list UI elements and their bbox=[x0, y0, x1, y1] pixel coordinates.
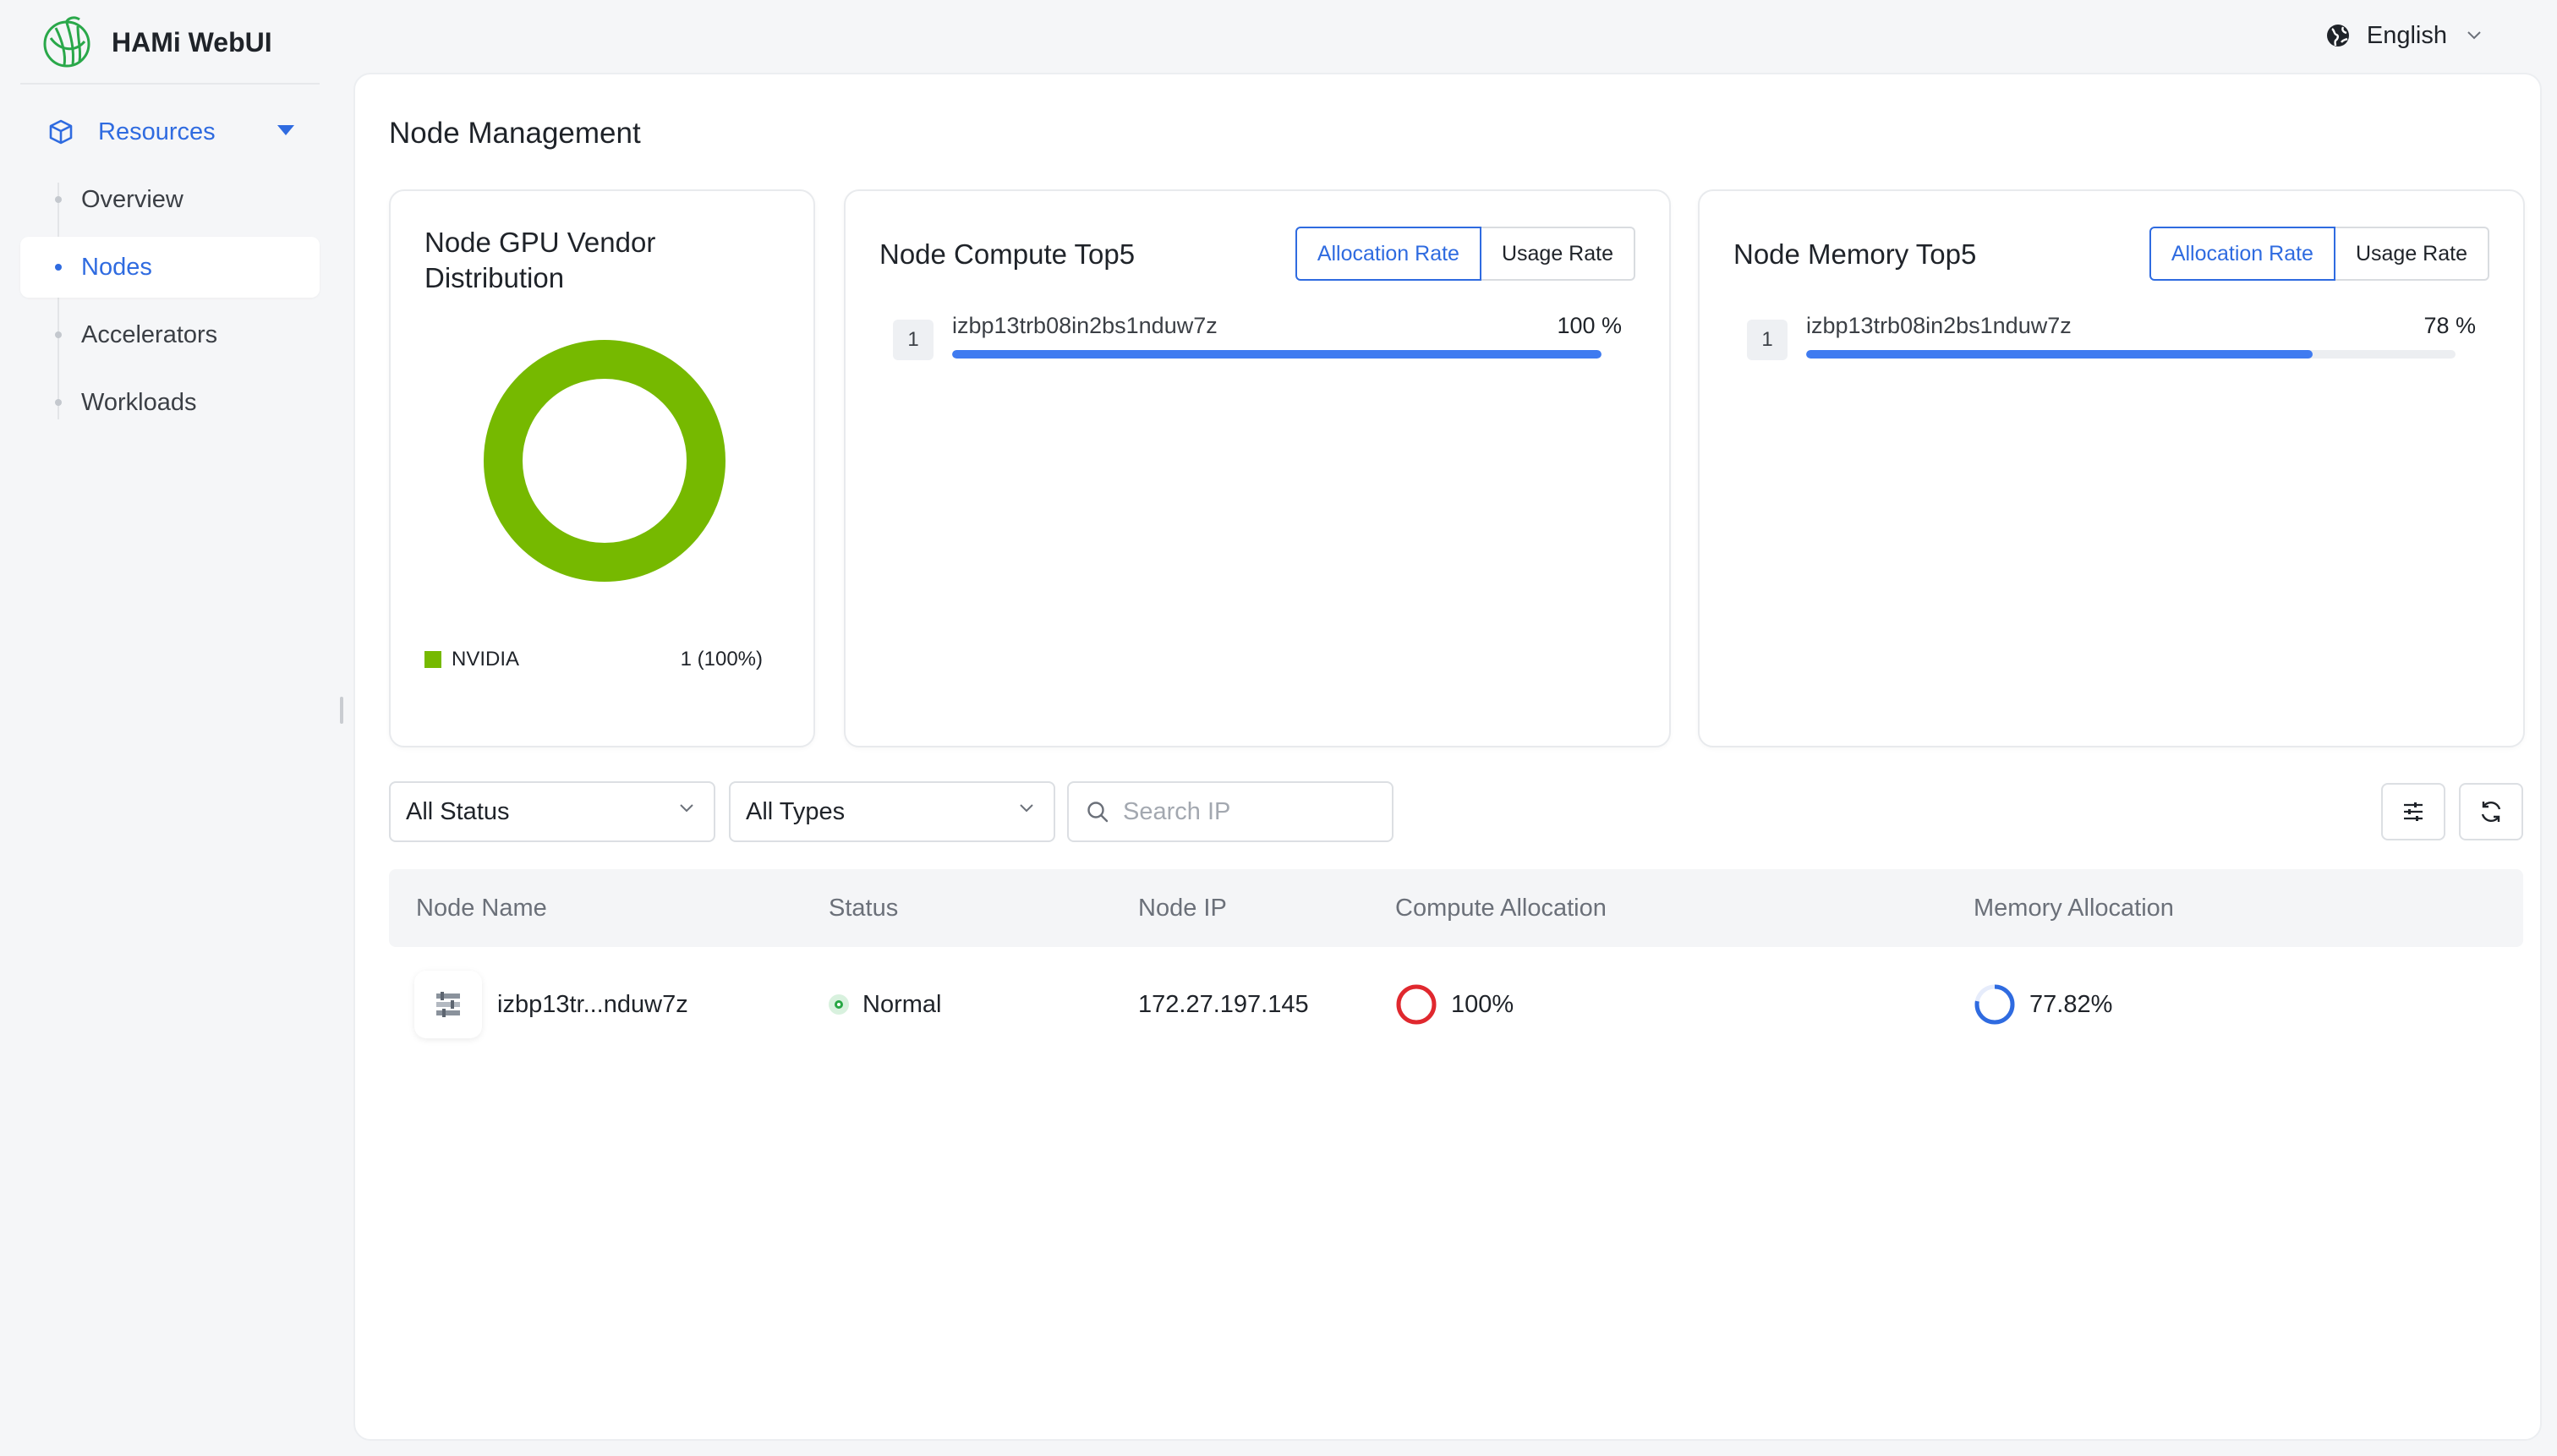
sidebar-item-nodes[interactable]: Nodes bbox=[20, 237, 320, 298]
column-header-status[interactable]: Status bbox=[829, 869, 898, 947]
bullet-icon bbox=[55, 331, 62, 338]
memory-rank-row: 1 izbp13trb08in2bs1nduw7z 78 % bbox=[1747, 313, 2476, 380]
vendor-card-title: Node GPU Vendor Distribution bbox=[424, 227, 656, 293]
node-name-cell[interactable]: izbp13tr...nduw7z bbox=[414, 954, 688, 1055]
rank-node-name: izbp13trb08in2bs1nduw7z bbox=[1806, 313, 2072, 338]
compute-ring-chart bbox=[1396, 984, 1437, 1025]
search-icon bbox=[1087, 802, 1109, 823]
language-selector[interactable]: English bbox=[2324, 17, 2498, 54]
sidebar-group-resources[interactable]: Resources bbox=[20, 107, 320, 157]
compute-rate-toggle: Allocation Rate Usage Rate bbox=[1295, 227, 1635, 281]
table-row[interactable]: izbp13tr...nduw7z Normal 172.27.197.145 … bbox=[389, 954, 2523, 1055]
memory-rate-toggle: Allocation Rate Usage Rate bbox=[2149, 227, 2489, 281]
progress-track bbox=[1806, 350, 2456, 359]
sidebar-item-label: Workloads bbox=[81, 388, 197, 416]
memory-allocation-value: 77.82% bbox=[2029, 990, 2113, 1018]
usage-rate-button[interactable]: Usage Rate bbox=[2335, 227, 2489, 281]
bullet-icon bbox=[55, 399, 62, 406]
column-header-compute-allocation[interactable]: Compute Allocation bbox=[1395, 869, 1607, 947]
app-name: HAMi WebUI bbox=[112, 26, 272, 57]
column-header-node-name[interactable]: Node Name bbox=[416, 869, 547, 947]
progress-fill bbox=[1806, 350, 2313, 359]
rank-badge: 1 bbox=[1747, 320, 1788, 360]
refresh-icon bbox=[2481, 801, 2501, 823]
compute-ring-arc bbox=[1396, 984, 1437, 1025]
sidebar-group-label: Resources bbox=[98, 118, 216, 145]
node-ip-cell: 172.27.197.145 bbox=[1138, 954, 1309, 1055]
bullet-icon bbox=[55, 264, 62, 271]
hami-logo-icon bbox=[43, 16, 90, 68]
memory-ring-chart bbox=[1974, 984, 2015, 1025]
legend-swatch-nvidia bbox=[424, 651, 441, 668]
search-ip-field[interactable] bbox=[1067, 781, 1393, 842]
type-filter-value: All Types bbox=[746, 797, 846, 825]
compute-allocation-value: 100% bbox=[1451, 990, 1514, 1018]
memory-card-title: Node Memory Top5 bbox=[1733, 238, 1977, 270]
page-title: Node Management bbox=[389, 117, 641, 150]
memory-top5-card: Node Memory Top5 Allocation Rate Usage R… bbox=[1698, 189, 2525, 747]
column-header-memory-allocation[interactable]: Memory Allocation bbox=[1974, 869, 2174, 947]
bullet-icon bbox=[55, 196, 62, 203]
compute-allocation-cell: 100% bbox=[1395, 954, 1514, 1055]
status-cell: Normal bbox=[829, 954, 941, 1055]
brand[interactable]: HAMi WebUI bbox=[41, 14, 272, 71]
vendor-distribution-card: Node GPU Vendor Distribution NVIDIA 1 (1… bbox=[389, 189, 815, 747]
legend-value: 1 (100%) bbox=[680, 648, 763, 671]
usage-rate-button[interactable]: Usage Rate bbox=[1481, 227, 1635, 281]
vendor-donut-chart bbox=[484, 340, 725, 582]
chevron-down-icon bbox=[1020, 804, 1033, 813]
main-content: Node Management Node GPU Vendor Distribu… bbox=[353, 73, 2542, 1441]
compute-rank-row: 1 izbp13trb08in2bs1nduw7z 100 % bbox=[893, 313, 1622, 380]
legend-label: NVIDIA bbox=[452, 648, 520, 671]
status-text: Normal bbox=[862, 990, 942, 1018]
language-label: English bbox=[2366, 21, 2447, 49]
column-settings-button[interactable] bbox=[2381, 783, 2445, 840]
cube-icon bbox=[49, 119, 73, 145]
table-header: Node Name Status Node IP Compute Allocat… bbox=[389, 869, 2523, 947]
search-ip-input[interactable] bbox=[1123, 797, 1377, 826]
compute-top5-card: Node Compute Top5 Allocation Rate Usage … bbox=[844, 189, 1671, 747]
sliders-icon bbox=[2404, 802, 2423, 821]
globe-icon bbox=[2326, 25, 2349, 47]
status-filter-select[interactable]: All Status bbox=[389, 781, 715, 842]
status-filter-value: All Status bbox=[406, 797, 510, 825]
sidebar-item-overview[interactable]: Overview bbox=[20, 169, 320, 230]
progress-fill bbox=[952, 350, 1602, 359]
sidebar-item-label: Overview bbox=[81, 185, 183, 213]
column-header-node-ip[interactable]: Node IP bbox=[1138, 869, 1227, 947]
vendor-legend: NVIDIA 1 (100%) bbox=[424, 644, 763, 675]
sidebar-item-workloads[interactable]: Workloads bbox=[20, 372, 320, 433]
progress-track bbox=[952, 350, 1602, 359]
sidebar-item-label: Accelerators bbox=[81, 320, 218, 348]
caret-down-icon bbox=[277, 125, 294, 135]
allocation-rate-button[interactable]: Allocation Rate bbox=[2149, 227, 2335, 281]
node-name-link[interactable]: izbp13tr...nduw7z bbox=[497, 991, 688, 1019]
status-ok-icon bbox=[829, 994, 849, 1015]
server-node-icon bbox=[414, 971, 482, 1038]
sidebar-resize-handle[interactable] bbox=[340, 697, 343, 724]
compute-card-title: Node Compute Top5 bbox=[879, 238, 1136, 270]
node-ip-text: 172.27.197.145 bbox=[1138, 990, 1309, 1018]
refresh-button[interactable] bbox=[2459, 783, 2523, 840]
chevron-down-icon bbox=[2467, 31, 2481, 40]
sidebar-divider bbox=[20, 83, 320, 85]
donut-slice-nvidia[interactable] bbox=[484, 340, 725, 582]
sidebar: HAMi WebUI Resources Overview Nodes Acce… bbox=[0, 0, 338, 1456]
chevron-down-icon bbox=[680, 804, 693, 813]
rank-badge: 1 bbox=[893, 320, 934, 360]
allocation-rate-button[interactable]: Allocation Rate bbox=[1295, 227, 1481, 281]
rank-value: 100 % bbox=[1557, 313, 1622, 338]
type-filter-select[interactable]: All Types bbox=[729, 781, 1055, 842]
rank-node-name: izbp13trb08in2bs1nduw7z bbox=[952, 313, 1218, 338]
memory-allocation-cell: 77.82% bbox=[1974, 954, 2112, 1055]
sidebar-item-accelerators[interactable]: Accelerators bbox=[20, 304, 320, 365]
rank-value: 78 % bbox=[2423, 313, 2476, 338]
sidebar-item-label: Nodes bbox=[81, 253, 152, 281]
